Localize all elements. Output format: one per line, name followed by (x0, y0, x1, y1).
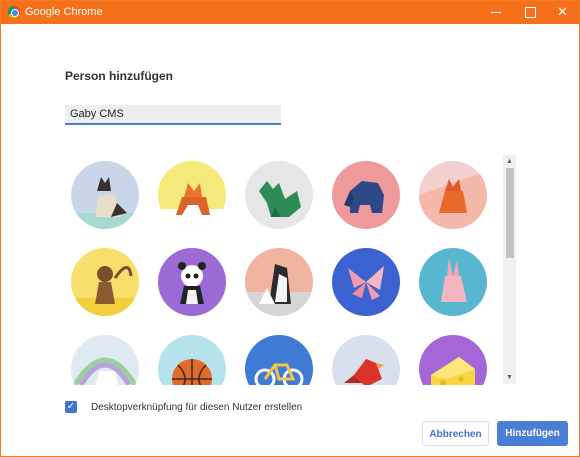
avatar-fox-2[interactable] (419, 161, 487, 229)
avatar-bike[interactable] (245, 335, 313, 385)
avatar-scrollbar[interactable]: ▲ ▼ (503, 155, 516, 384)
scroll-thumb[interactable] (506, 168, 514, 258)
avatar-cheese[interactable] (419, 335, 487, 385)
chrome-logo-icon (8, 6, 20, 18)
title-bar: Google Chrome ✕ (1, 1, 579, 24)
scroll-down-arrow-icon[interactable]: ▼ (503, 371, 516, 384)
desktop-shortcut-checkbox[interactable]: ✓ (65, 401, 77, 413)
avatar-fox[interactable] (158, 161, 226, 229)
avatar-rabbit[interactable] (419, 248, 487, 316)
avatar-monkey[interactable] (71, 248, 139, 316)
avatar-cat[interactable] (71, 161, 139, 229)
scroll-up-arrow-icon[interactable]: ▲ (503, 155, 516, 168)
maximize-button[interactable] (513, 1, 547, 24)
window-title: Google Chrome (25, 6, 103, 18)
avatar-grid (71, 161, 501, 385)
close-icon: ✕ (557, 4, 568, 19)
checkmark-icon: ✓ (66, 401, 76, 412)
avatar-basketball[interactable] (158, 335, 226, 385)
add-person-button[interactable]: Hinzufügen (497, 421, 568, 446)
person-name-input[interactable] (65, 105, 281, 125)
minimize-button[interactable] (479, 1, 513, 24)
desktop-shortcut-label: Desktopverknüpfung für diesen Nutzer ers… (91, 402, 303, 413)
avatar-butterfly[interactable] (332, 248, 400, 316)
close-button[interactable]: ✕ (546, 1, 580, 24)
cancel-button[interactable]: Abbrechen (422, 421, 489, 446)
dialog-heading: Person hinzufügen (65, 69, 173, 83)
avatar-penguin[interactable] (245, 248, 313, 316)
avatar-unicorn[interactable] (71, 335, 139, 385)
chrome-window: Google Chrome ✕ Person hinzufügen Gaby C… (0, 0, 580, 457)
avatar-panda[interactable] (158, 248, 226, 316)
avatar-bird[interactable] (332, 335, 400, 385)
avatar-dragon[interactable] (245, 161, 313, 229)
avatar-elephant[interactable] (332, 161, 400, 229)
